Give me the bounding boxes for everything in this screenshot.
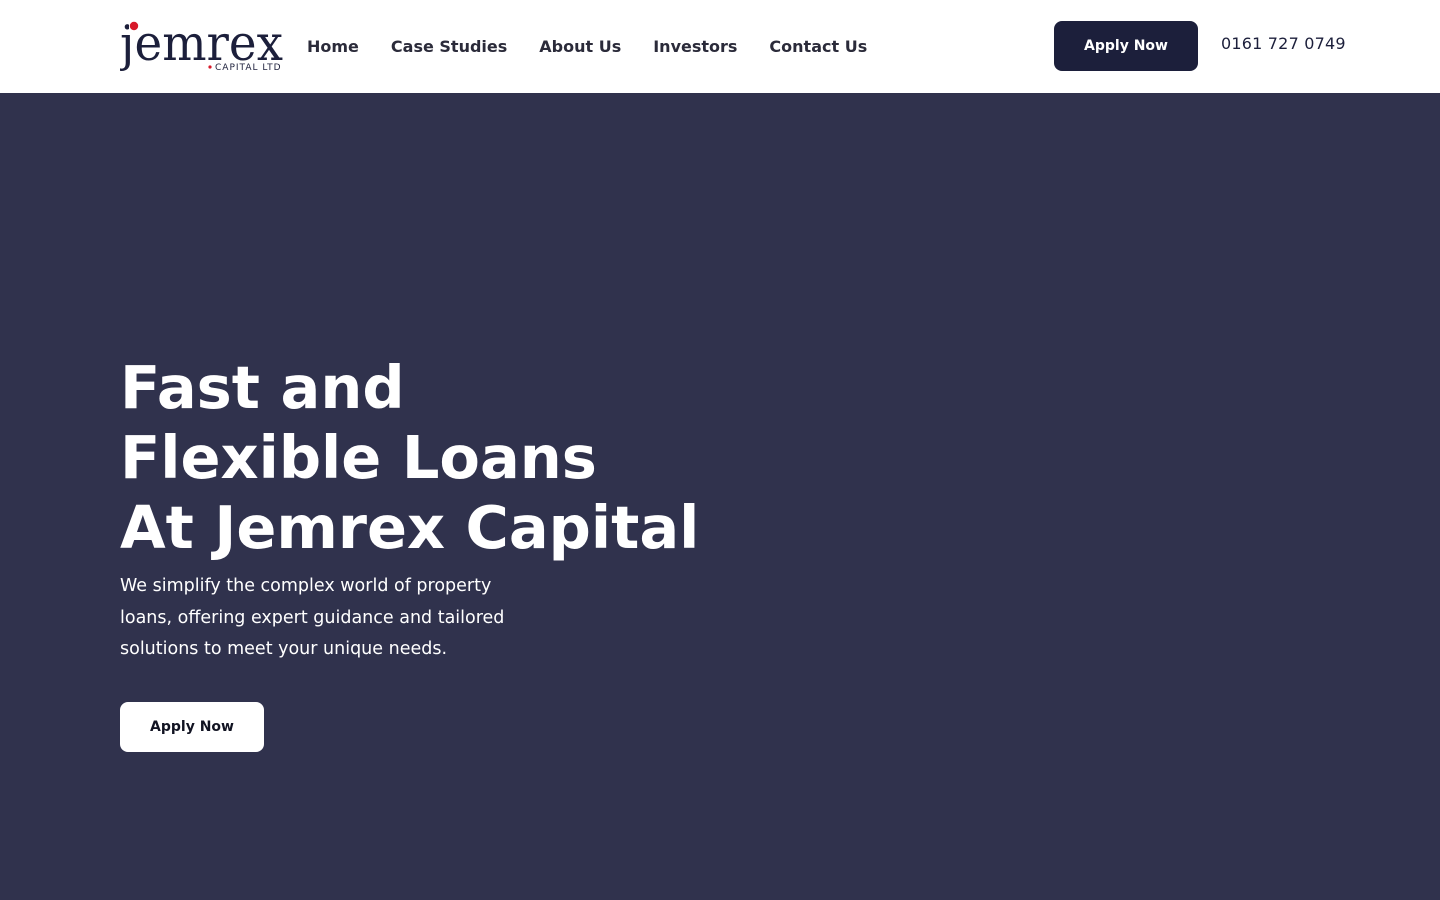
hero-title-line-2: Flexible Loans [120, 423, 597, 492]
logo-dot-icon [129, 21, 139, 31]
hero-title-line-1: Fast and [120, 353, 405, 422]
hero-apply-now-button[interactable]: Apply Now [120, 702, 264, 752]
logo-graphic: jemrex CAPITAL LTD [120, 18, 283, 73]
nav-home-link[interactable]: Home [307, 37, 359, 56]
site-header: jemrex CAPITAL LTD Home Case Studies Abo… [0, 0, 1440, 93]
nav-about-us-link[interactable]: About Us [539, 37, 621, 56]
phone-number-link[interactable]: 0161 727 0749 [1221, 34, 1346, 53]
hero-title: Fast and Flexible Loans At Jemrex Capita… [120, 353, 760, 563]
header-apply-now-button[interactable]: Apply Now [1054, 21, 1198, 71]
main-navigation: Home Case Studies About Us Investors Con… [307, 0, 899, 92]
hero-subtitle: We simplify the complex world of propert… [120, 576, 505, 659]
logo-subtitle: CAPITAL LTD [215, 63, 282, 73]
nav-contact-us-link[interactable]: Contact Us [769, 37, 867, 56]
hero-title-line-3: At Jemrex Capital [120, 493, 700, 562]
jemrex-capital-logo[interactable]: jemrex CAPITAL LTD [120, 18, 286, 74]
nav-case-studies-link[interactable]: Case Studies [391, 37, 507, 56]
nav-investors-link[interactable]: Investors [653, 37, 737, 56]
hero-section: Fast and Flexible Loans At Jemrex Capita… [0, 93, 1440, 900]
logo-bullet-icon [208, 65, 212, 69]
